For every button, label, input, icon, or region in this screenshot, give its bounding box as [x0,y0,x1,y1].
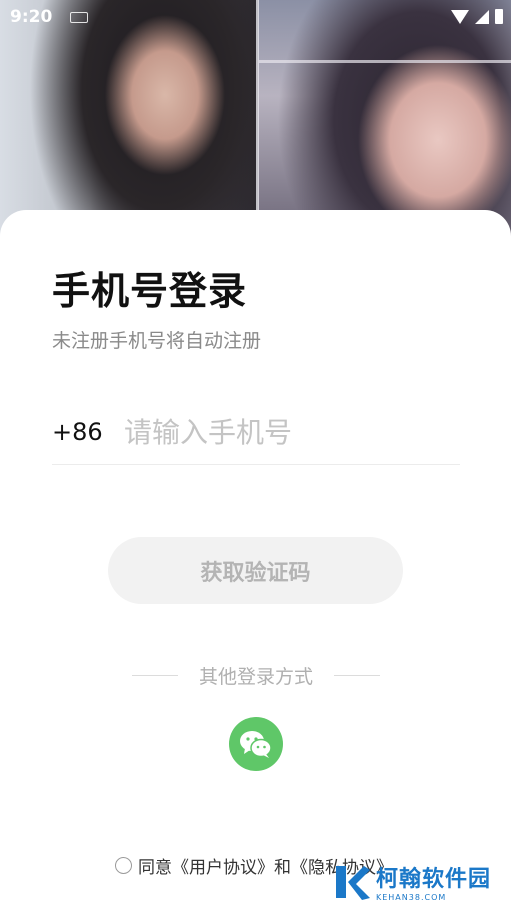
wechat-login-button[interactable] [229,717,283,771]
profile-photo-right [258,0,511,240]
page-subtitle: 未注册手机号将自动注册 [52,330,262,352]
other-login-label: 其他登录方式 [198,665,313,688]
divider-line-left [132,674,178,676]
agree-checkbox[interactable] [115,857,132,874]
kehan-logo-icon [335,865,370,900]
agreement-prefix: 同意 [138,858,172,878]
user-agreement-link[interactable]: 《用户协议》 [172,853,274,878]
get-code-button[interactable]: 获取验证码 [108,537,403,604]
status-bar: 9:20 [0,0,511,34]
divider-line-right [333,674,380,676]
signal-icon [475,9,489,24]
watermark-en: KEHAN38.COM [375,893,447,902]
watermark-cn: 柯翰软件园 [375,867,491,892]
login-screen: 9:20 手机号登录 未注册手机号将自动注册 +86 获取验证码 其他登录方式 [0,0,511,910]
battery-icon [495,9,503,24]
agreement-and: 和 [274,858,291,878]
watermark-text: 柯翰软件园 KEHAN38.COM [376,861,491,902]
profile-photo-left [0,0,258,240]
status-time: 9:20 [10,7,53,27]
country-code[interactable]: +86 [52,418,124,446]
photo-divider [256,0,259,240]
watermark: 柯翰软件园 KEHAN38.COM [332,861,491,902]
photo-divider-horizontal [259,60,511,63]
page-title: 手机号登录 [52,269,248,313]
wifi-icon [451,9,469,24]
hero-photo: 9:20 [0,0,511,240]
status-icons [451,9,503,24]
phone-input[interactable] [124,415,444,449]
phone-input-row: +86 [52,400,460,465]
keyboard-icon [70,11,89,23]
login-card: 手机号登录 未注册手机号将自动注册 +86 获取验证码 其他登录方式 [0,210,511,910]
wechat-icon [240,731,272,758]
other-login-divider: 其他登录方式 [132,663,380,688]
